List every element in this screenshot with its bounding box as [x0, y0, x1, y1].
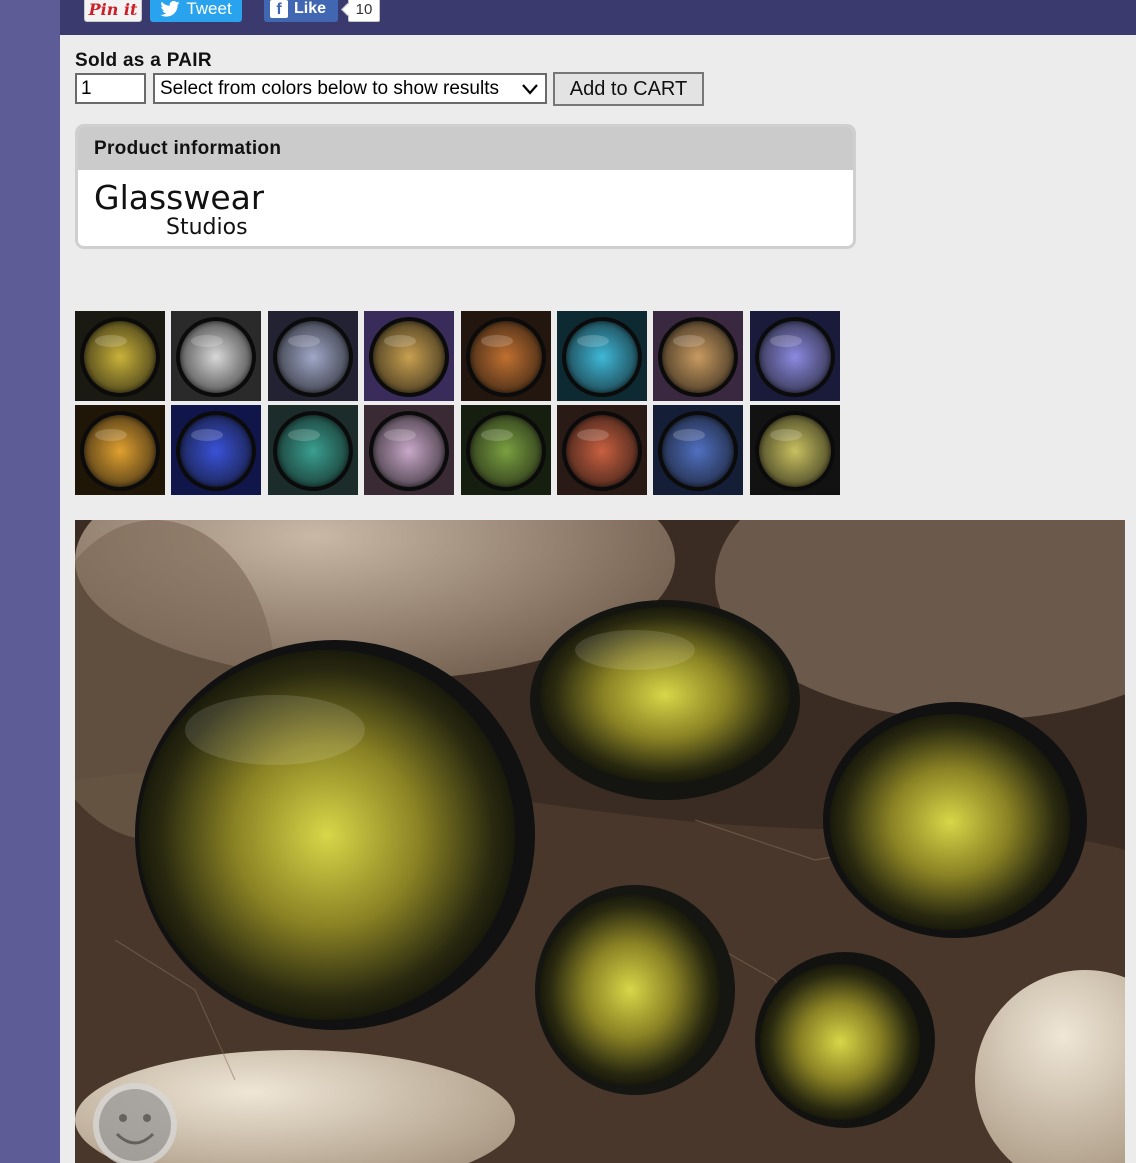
- color-select[interactable]: Select from colors below to show results: [153, 73, 547, 104]
- thumb-silver[interactable]: [171, 311, 262, 401]
- thumb-rust[interactable]: [557, 405, 647, 495]
- thumb-gold-2[interactable]: [75, 405, 165, 495]
- thumb-green[interactable]: [460, 405, 551, 495]
- tweet-label: Tweet: [186, 0, 232, 18]
- thumb-navy[interactable]: [653, 405, 744, 495]
- facebook-like-button[interactable]: f Like: [264, 0, 338, 22]
- glasswear-studios-logo: Glasswear Studios: [94, 179, 264, 240]
- pinterest-button[interactable]: Pin it: [84, 0, 142, 22]
- thumb-copper[interactable]: [460, 311, 551, 401]
- thumb-blue[interactable]: [171, 405, 262, 495]
- like-count: 10: [348, 0, 380, 22]
- chevron-down-icon: [522, 84, 538, 95]
- sold-as-label: Sold as a PAIR: [75, 50, 212, 71]
- thumb-cyan[interactable]: [557, 311, 647, 401]
- svg-text:Studios: Studios: [166, 215, 248, 240]
- color-select-value: Select from colors below to show results: [160, 77, 499, 99]
- quantity-input[interactable]: [75, 73, 146, 104]
- svg-text:Glasswear: Glasswear: [94, 179, 264, 217]
- facebook-icon: f: [270, 0, 288, 18]
- thumb-starburst[interactable]: [267, 311, 358, 401]
- thumb-iridescent[interactable]: [749, 405, 840, 495]
- color-thumbnails: [75, 311, 843, 497]
- thumb-gold-1[interactable]: [75, 311, 165, 401]
- pin-label: Pin it: [88, 0, 138, 19]
- like-label: Like: [294, 0, 327, 17]
- thumb-purple-gold[interactable]: [653, 311, 744, 401]
- thumb-violet-gold[interactable]: [364, 311, 455, 401]
- thumb-teal[interactable]: [267, 405, 358, 495]
- hero-product-image: [75, 520, 1125, 1163]
- twitter-bird-icon: [160, 1, 180, 17]
- left-sidebar: [0, 0, 60, 1163]
- product-info-heading: Product information: [78, 127, 853, 170]
- thumb-indigo[interactable]: [749, 311, 840, 401]
- thumb-lilac[interactable]: [364, 405, 455, 495]
- product-info-panel: Product information Glasswear Studios: [75, 124, 856, 249]
- add-to-cart-button[interactable]: Add to CART: [553, 72, 704, 106]
- tweet-button[interactable]: Tweet: [150, 0, 242, 22]
